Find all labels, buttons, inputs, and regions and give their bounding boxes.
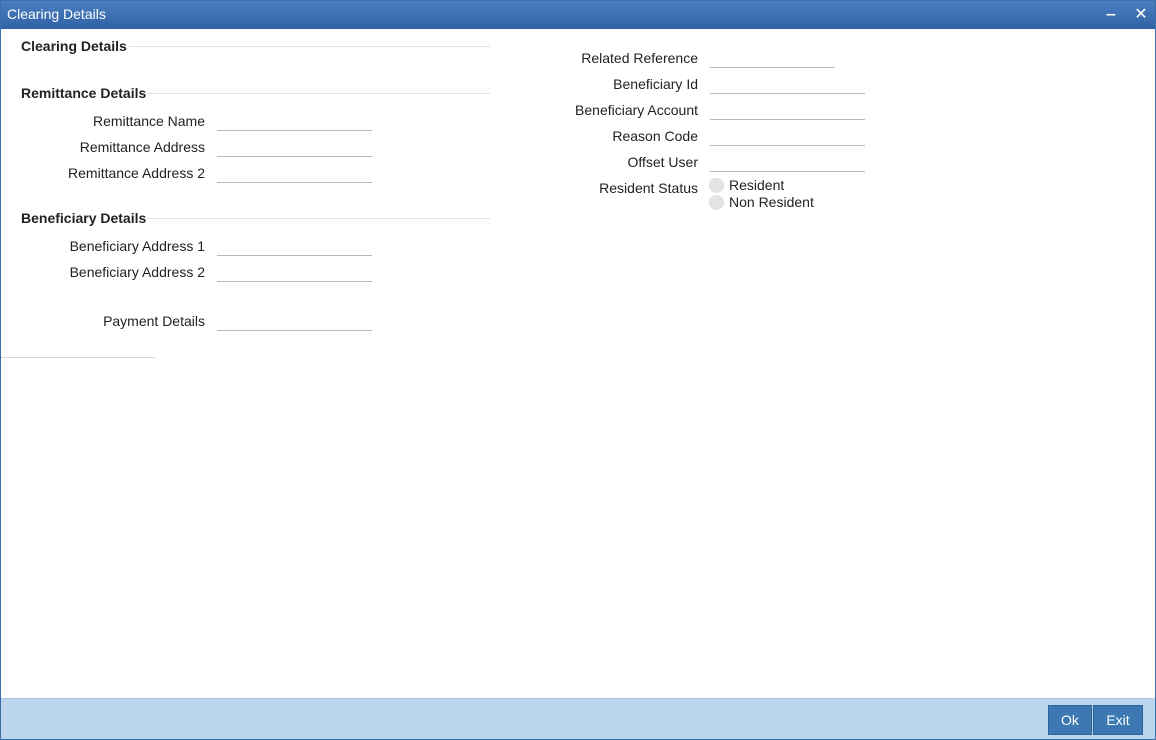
- offset-user-input[interactable]: [710, 150, 865, 172]
- reason-code-label: Reason Code: [612, 128, 698, 144]
- reason-code-input[interactable]: [710, 124, 865, 146]
- resident-radio[interactable]: [709, 178, 724, 193]
- non-resident-radio[interactable]: [709, 195, 724, 210]
- beneficiary-address-1-label: Beneficiary Address 1: [69, 238, 205, 254]
- section-title-beneficiary: Beneficiary Details: [21, 210, 147, 226]
- section-divider: [147, 218, 490, 219]
- ok-button[interactable]: Ok: [1048, 705, 1092, 735]
- beneficiary-account-input[interactable]: [710, 98, 865, 120]
- payment-details-label: Payment Details: [103, 313, 205, 329]
- remittance-name-label: Remittance Name: [92, 113, 205, 129]
- remittance-address-2-input[interactable]: [217, 161, 372, 183]
- remittance-name-input[interactable]: [217, 109, 372, 131]
- related-reference-label: Related Reference: [581, 50, 698, 66]
- section-divider: [147, 93, 490, 94]
- minimize-icon[interactable]: ‒: [1101, 5, 1121, 25]
- offset-user-label: Offset User: [627, 154, 698, 170]
- beneficiary-id-input[interactable]: [710, 72, 865, 94]
- beneficiary-address-2-input[interactable]: [217, 260, 372, 282]
- exit-button[interactable]: Exit: [1093, 705, 1143, 735]
- window-title: Clearing Details: [7, 6, 106, 22]
- remittance-address-label: Remittance Address: [79, 139, 205, 155]
- bottom-divider: [1, 357, 155, 358]
- footer-bar: Ok Exit: [1, 698, 1155, 739]
- resident-radio-label: Resident: [729, 177, 785, 193]
- beneficiary-address-2-label: Beneficiary Address 2: [69, 264, 205, 280]
- section-title-clearing: Clearing Details: [21, 38, 127, 54]
- title-bar: Clearing Details ‒ ✕: [1, 1, 1155, 29]
- non-resident-radio-label: Non Resident: [729, 194, 814, 210]
- section-title-remittance: Remittance Details: [21, 85, 147, 101]
- close-icon[interactable]: ✕: [1131, 5, 1151, 25]
- section-divider: [129, 46, 490, 47]
- remittance-address-input[interactable]: [217, 135, 372, 157]
- remittance-address-2-label: Remittance Address 2: [68, 165, 205, 181]
- beneficiary-account-label: Beneficiary Account: [575, 102, 698, 118]
- payment-details-input[interactable]: [217, 309, 372, 331]
- beneficiary-id-label: Beneficiary Id: [613, 76, 698, 92]
- clearing-details-window: Clearing Details ‒ ✕ Clearing Details Re…: [0, 0, 1156, 740]
- related-reference-input[interactable]: [710, 46, 835, 68]
- resident-status-label: Resident Status: [599, 180, 698, 196]
- beneficiary-address-1-input[interactable]: [217, 234, 372, 256]
